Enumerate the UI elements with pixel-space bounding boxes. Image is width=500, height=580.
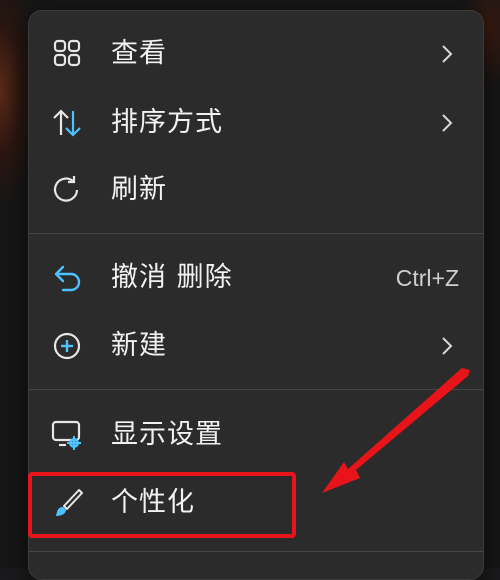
menu-item-label: 排序方式 — [111, 107, 223, 138]
new-plus-icon — [49, 330, 85, 362]
menu-item-sort-by[interactable]: 排序方式 — [29, 93, 483, 153]
menu-item-label: 刷新 — [111, 174, 167, 205]
menu-item-label: 查看 — [111, 38, 167, 69]
sort-arrows-icon — [49, 107, 85, 139]
menu-item-new[interactable]: 新建 — [29, 316, 483, 376]
menu-item-display-settings[interactable]: 显示设置 — [29, 405, 483, 465]
keyboard-shortcut: Ctrl+Z — [395, 265, 459, 291]
menu-item-label: 撤消 删除 — [111, 262, 233, 293]
menu-divider — [29, 389, 483, 390]
menu-item-label: 新建 — [111, 330, 167, 361]
menu-divider — [29, 551, 483, 552]
refresh-icon — [49, 174, 85, 206]
menu-divider — [29, 233, 483, 234]
menu-item-refresh[interactable]: 刷新 — [29, 160, 483, 220]
chevron-right-icon — [441, 112, 453, 134]
chevron-right-icon — [441, 335, 453, 357]
menu-item-label: 显示设置 — [111, 419, 223, 450]
annotation-highlight-box — [28, 472, 296, 538]
undo-icon — [49, 262, 85, 294]
chevron-right-icon — [441, 43, 453, 65]
menu-item-view[interactable]: 查看 — [29, 24, 483, 84]
menu-item-undo-delete[interactable]: 撤消 删除 Ctrl+Z — [29, 248, 483, 308]
grid-view-icon — [49, 38, 85, 70]
display-settings-icon — [49, 419, 85, 451]
